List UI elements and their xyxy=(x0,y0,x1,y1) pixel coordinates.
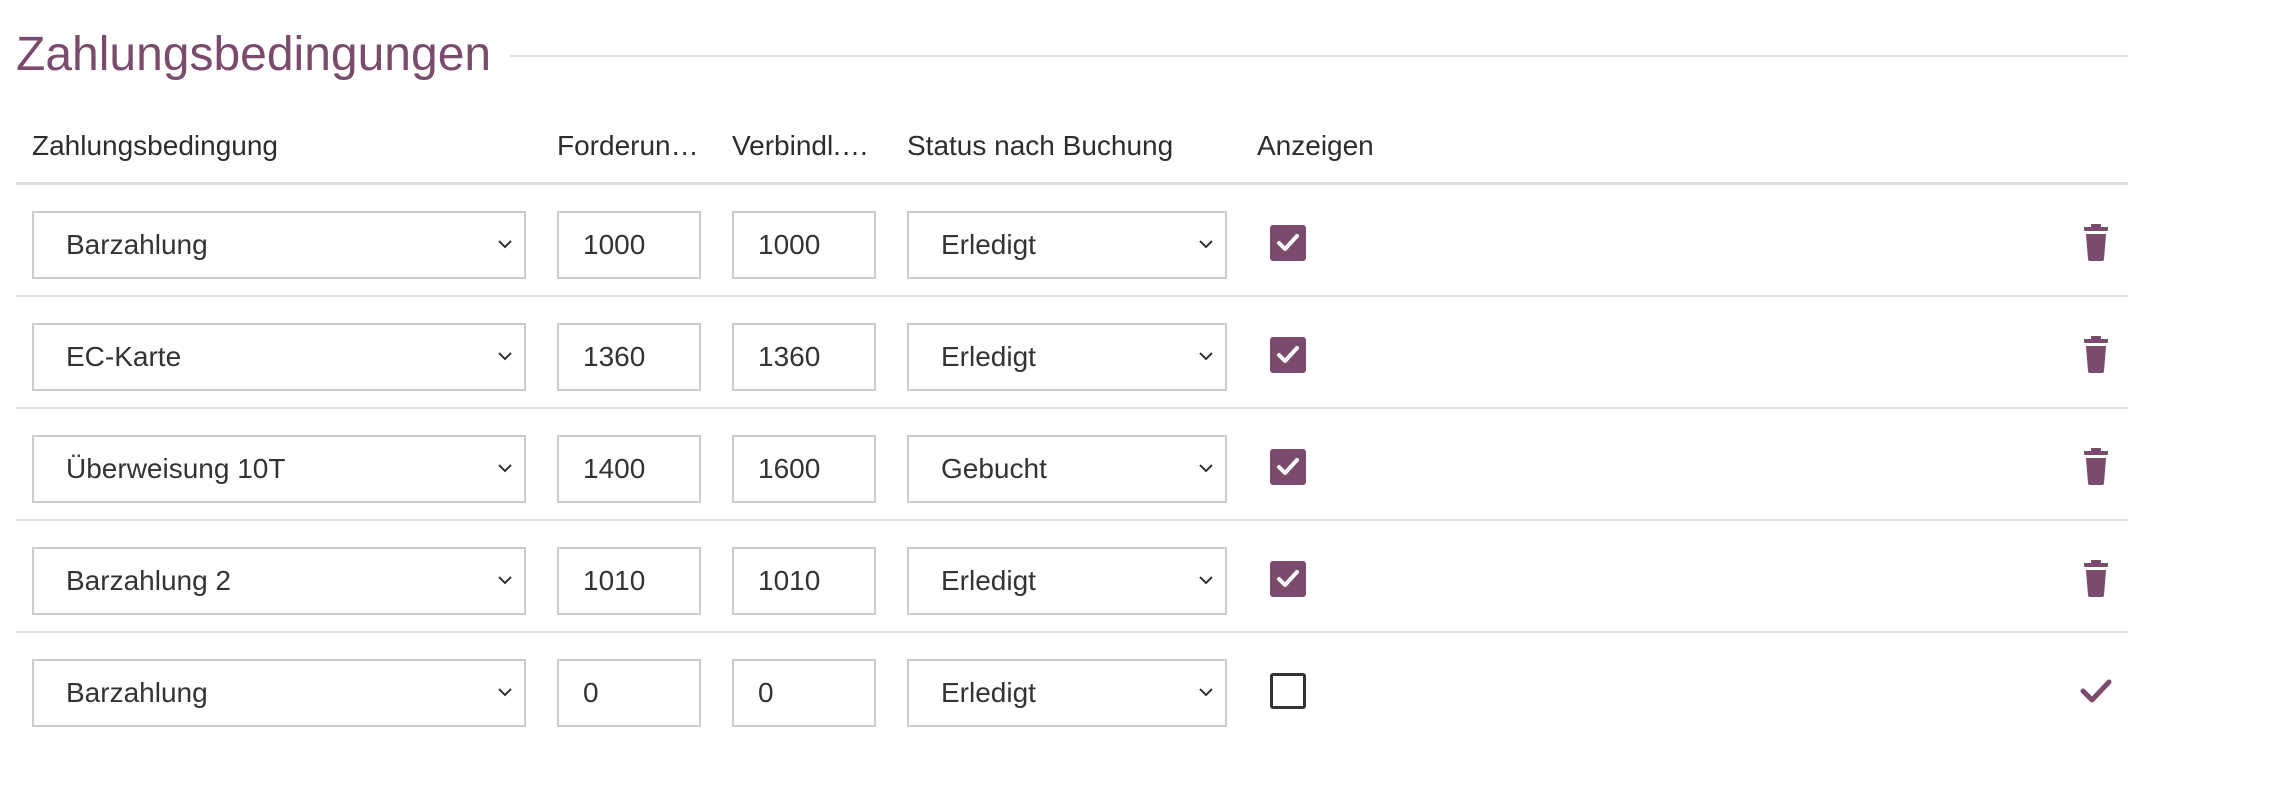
payment-term-value: Überweisung 10T xyxy=(66,453,286,484)
chevron-down-icon xyxy=(1199,464,1213,473)
status-after-posting-select[interactable]: Gebucht xyxy=(907,435,1227,503)
liability-account-value: 1600 xyxy=(758,453,821,484)
payment-term-value: Barzahlung xyxy=(66,229,208,260)
show-checkbox[interactable] xyxy=(1270,225,1306,261)
chevron-down-icon xyxy=(1199,688,1213,697)
payment-term-value: Barzahlung xyxy=(66,677,208,708)
status-after-posting-select[interactable]: Erledigt xyxy=(907,659,1227,727)
chevron-down-icon xyxy=(498,464,512,473)
show-checkbox[interactable] xyxy=(1270,337,1306,373)
table-row: EC-Karte 1360 1360 Erledigt xyxy=(16,297,2128,409)
receivable-account-input[interactable]: 1400 xyxy=(557,435,701,503)
section-header: Zahlungsbedingungen xyxy=(16,22,2128,88)
trash-icon[interactable] xyxy=(2078,223,2114,263)
liability-account-value: 1000 xyxy=(758,229,821,260)
status-after-posting-select[interactable]: Erledigt xyxy=(907,547,1227,615)
receivable-account-value: 1360 xyxy=(583,341,646,372)
payment-term-select[interactable]: Barzahlung xyxy=(32,211,526,279)
trash-icon[interactable] xyxy=(2078,559,2114,599)
trash-icon[interactable] xyxy=(2078,447,2114,487)
column-header-receivable: Forderun… xyxy=(557,130,699,161)
status-value: Erledigt xyxy=(941,341,1036,372)
column-header-status-after-posting: Status nach Buchung xyxy=(907,130,1174,161)
trash-icon[interactable] xyxy=(2078,335,2114,375)
check-mark-icon xyxy=(1277,570,1299,587)
liability-account-value: 0 xyxy=(758,677,774,708)
payment-terms-table-body: Barzahlung 1000 1000 Erledigt EC-Karte 1… xyxy=(16,185,2128,745)
status-value: Erledigt xyxy=(941,229,1036,260)
show-checkbox[interactable] xyxy=(1270,449,1306,485)
receivable-account-input[interactable]: 1360 xyxy=(557,323,701,391)
receivable-account-input[interactable]: 1010 xyxy=(557,547,701,615)
column-header-liability: Verbindl. … xyxy=(732,130,876,161)
liability-account-input[interactable]: 1000 xyxy=(732,211,876,279)
payment-term-select[interactable]: EC-Karte xyxy=(32,323,526,391)
chevron-down-icon xyxy=(498,240,512,249)
chevron-down-icon xyxy=(498,576,512,585)
chevron-down-icon xyxy=(498,688,512,697)
payment-term-value: EC-Karte xyxy=(66,341,182,372)
section-title: Zahlungsbedingungen xyxy=(16,28,492,81)
payment-term-select[interactable]: Barzahlung 2 xyxy=(32,547,526,615)
checkmark-icon[interactable] xyxy=(2078,671,2114,711)
chevron-down-icon xyxy=(1199,352,1213,361)
column-header-show: Anzeigen xyxy=(1257,130,1374,161)
status-value: Erledigt xyxy=(941,565,1036,596)
liability-account-input[interactable]: 1600 xyxy=(732,435,876,503)
liability-account-input[interactable]: 1010 xyxy=(732,547,876,615)
liability-account-input[interactable]: 1360 xyxy=(732,323,876,391)
receivable-account-value: 1010 xyxy=(583,565,646,596)
table-row: Überweisung 10T 1400 1600 Gebucht xyxy=(16,409,2128,521)
receivable-account-input[interactable]: 1000 xyxy=(557,211,701,279)
show-checkbox[interactable] xyxy=(1270,673,1306,709)
receivable-account-input[interactable]: 0 xyxy=(557,659,701,727)
table-row: Barzahlung 0 0 Erledigt xyxy=(16,633,2128,745)
table-row: Barzahlung 2 1010 1010 Erledigt xyxy=(16,521,2128,633)
table-row: Barzahlung 1000 1000 Erledigt xyxy=(16,185,2128,297)
show-checkbox[interactable] xyxy=(1270,561,1306,597)
payment-term-select[interactable]: Barzahlung xyxy=(32,659,526,727)
status-value: Gebucht xyxy=(941,453,1047,484)
status-after-posting-select[interactable]: Erledigt xyxy=(907,211,1227,279)
column-header-payment-term: Zahlungsbedingung xyxy=(32,130,278,161)
check-mark-icon xyxy=(1277,458,1299,475)
chevron-down-icon xyxy=(1199,576,1213,585)
check-mark-icon xyxy=(1277,346,1299,363)
payment-term-value: Barzahlung 2 xyxy=(66,565,232,596)
payment-term-select[interactable]: Überweisung 10T xyxy=(32,435,526,503)
receivable-account-value: 0 xyxy=(583,677,599,708)
receivable-account-value: 1400 xyxy=(583,453,646,484)
status-value: Erledigt xyxy=(941,677,1036,708)
liability-account-input[interactable]: 0 xyxy=(732,659,876,727)
section-divider xyxy=(510,55,2128,57)
chevron-down-icon xyxy=(498,352,512,361)
chevron-down-icon xyxy=(1199,240,1213,249)
status-after-posting-select[interactable]: Erledigt xyxy=(907,323,1227,391)
liability-account-value: 1010 xyxy=(758,565,821,596)
check-mark-icon xyxy=(1277,234,1299,251)
table-header: Zahlungsbedingung Forderun… Verbindl. … … xyxy=(16,110,2128,185)
liability-account-value: 1360 xyxy=(758,341,821,372)
receivable-account-value: 1000 xyxy=(583,229,646,260)
